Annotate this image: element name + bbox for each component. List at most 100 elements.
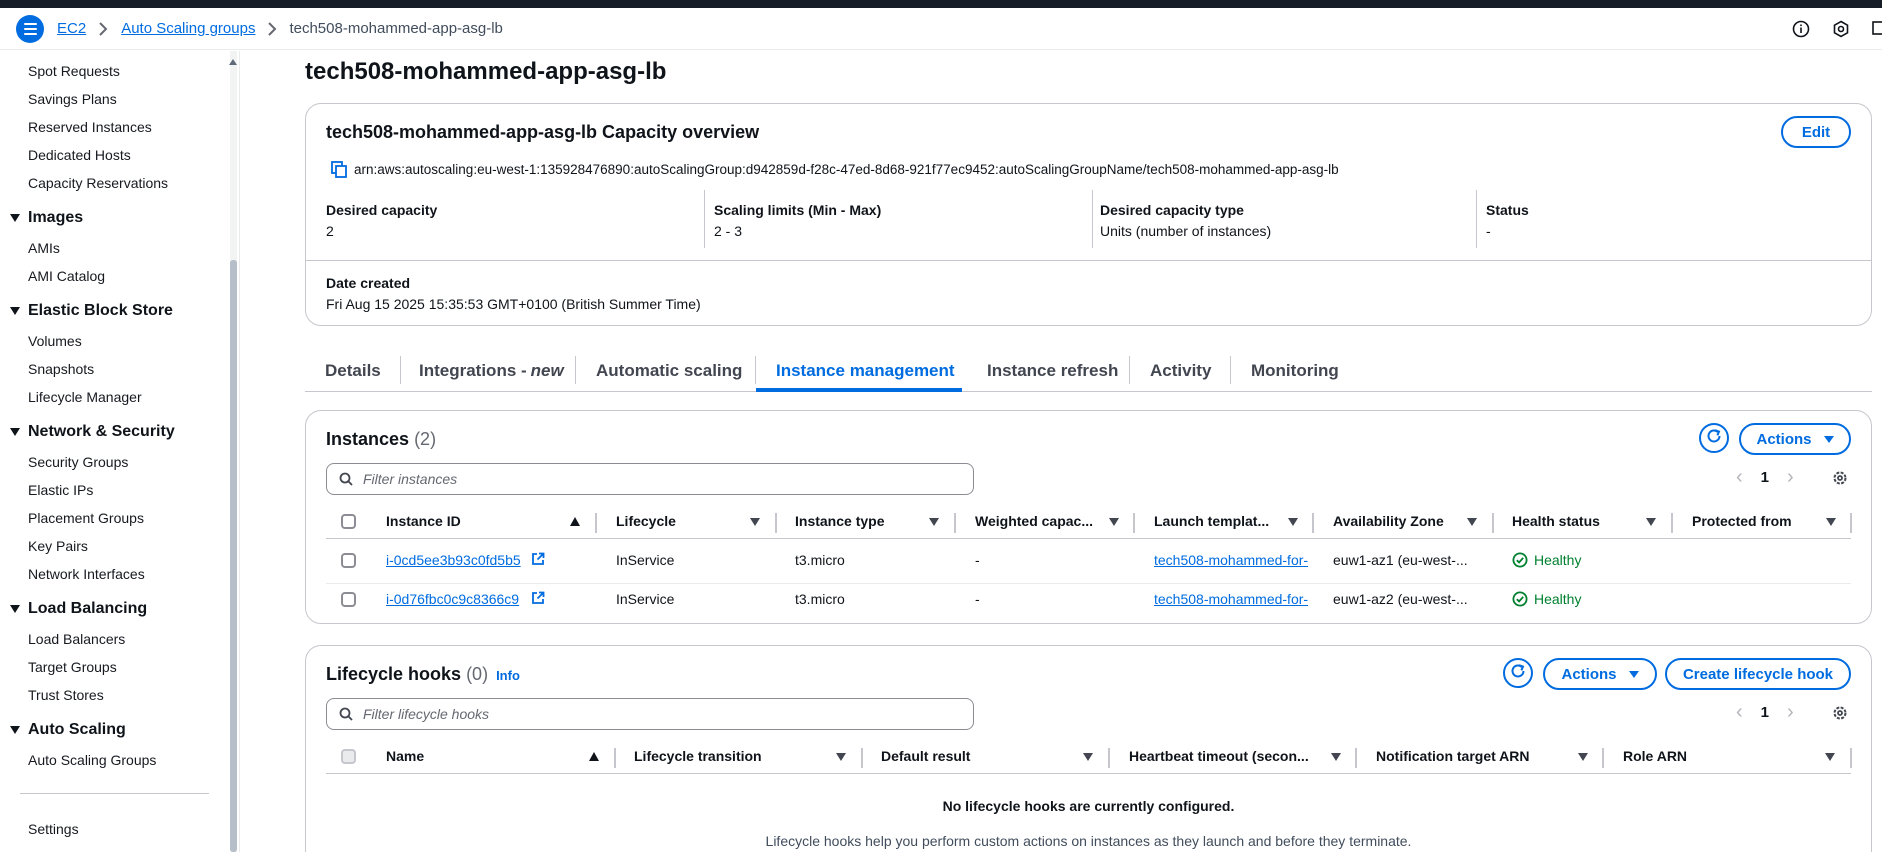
column-resizer[interactable] <box>1355 748 1357 768</box>
sidebar-item-security-groups[interactable]: Security Groups <box>28 454 128 470</box>
col-availability-zone[interactable]: Availability Zone <box>1333 513 1444 529</box>
settings-icon[interactable] <box>1832 20 1850 38</box>
sidebar-item-savings-plans[interactable]: Savings Plans <box>28 91 117 107</box>
filter-lifecycle-hooks-input[interactable]: Filter lifecycle hooks <box>326 698 974 730</box>
col-heartbeat-timeout[interactable]: Heartbeat timeout (secon... <box>1129 748 1309 764</box>
tab-instance-refresh[interactable]: Instance refresh <box>987 350 1118 392</box>
gear-icon[interactable] <box>1831 704 1849 726</box>
col-notification-target-arn[interactable]: Notification target ARN <box>1376 748 1529 764</box>
copy-icon[interactable] <box>331 161 347 182</box>
sort-icon[interactable] <box>1288 518 1298 526</box>
tab-integrations[interactable]: Integrations - new <box>419 350 564 392</box>
sidebar-item-network-interfaces[interactable]: Network Interfaces <box>28 566 145 582</box>
tab-automatic-scaling[interactable]: Automatic scaling <box>596 350 742 392</box>
sidebar-item-volumes[interactable]: Volumes <box>28 333 82 349</box>
col-protected-from[interactable]: Protected from <box>1692 513 1792 529</box>
refresh-hooks-button[interactable] <box>1503 658 1533 688</box>
column-resizer[interactable] <box>614 748 616 768</box>
sort-icon[interactable] <box>1578 753 1588 761</box>
sidebar-item-trust-stores[interactable]: Trust Stores <box>28 687 104 703</box>
sidebar-item-spot-requests[interactable]: Spot Requests <box>28 63 120 79</box>
info-icon[interactable] <box>1792 20 1810 38</box>
external-link-icon[interactable] <box>531 591 545 609</box>
sidebar-item-key-pairs[interactable]: Key Pairs <box>28 538 88 554</box>
sort-icon[interactable] <box>1646 518 1656 526</box>
col-launch-template[interactable]: Launch templat... <box>1154 513 1269 529</box>
external-link-icon[interactable] <box>531 552 545 570</box>
sidebar-item-lifecycle-manager[interactable]: Lifecycle Manager <box>28 389 142 405</box>
column-resizer[interactable] <box>595 513 597 533</box>
instances-actions-button[interactable]: Actions <box>1739 423 1851 455</box>
sidebar-item-ami-catalog[interactable]: AMI Catalog <box>28 268 105 284</box>
col-lifecycle[interactable]: Lifecycle <box>616 513 676 529</box>
instance-id-link[interactable]: i-0cd5ee3b93c0fd5b5 <box>386 552 521 568</box>
column-resizer[interactable] <box>1108 748 1110 768</box>
page-number[interactable]: 1 <box>1761 469 1769 486</box>
tab-instance-management[interactable]: Instance management <box>776 350 955 392</box>
sort-icon[interactable] <box>1109 518 1119 526</box>
sort-ascending-icon[interactable] <box>589 752 599 761</box>
sidebar-section-network-security[interactable]: Network & Security <box>10 423 175 441</box>
sort-ascending-icon[interactable] <box>570 517 580 526</box>
scroll-up-icon[interactable] <box>229 59 237 65</box>
column-resizer[interactable] <box>1492 513 1494 533</box>
column-resizer[interactable] <box>775 513 777 533</box>
chevron-right-icon[interactable]: › <box>1787 701 1794 724</box>
col-name[interactable]: Name <box>386 748 424 764</box>
menu-icon[interactable] <box>16 14 44 43</box>
sort-icon[interactable] <box>1825 753 1835 761</box>
tab-details[interactable]: Details <box>325 350 381 392</box>
create-lifecycle-hook-button[interactable]: Create lifecycle hook <box>1665 658 1851 690</box>
sidebar-item-auto-scaling-groups[interactable]: Auto Scaling Groups <box>28 752 156 768</box>
scrollbar-thumb[interactable] <box>230 260 237 852</box>
chevron-right-icon[interactable]: › <box>1787 466 1794 489</box>
sidebar-item-load-balancers[interactable]: Load Balancers <box>28 631 125 647</box>
col-role-arn[interactable]: Role ARN <box>1623 748 1687 764</box>
chevron-left-icon[interactable]: ‹ <box>1736 701 1743 724</box>
col-instance-id[interactable]: Instance ID <box>386 513 461 529</box>
column-resizer[interactable] <box>1133 513 1135 533</box>
sidebar-item-reserved-instances[interactable]: Reserved Instances <box>28 119 152 135</box>
column-resizer[interactable] <box>861 748 863 768</box>
sidebar-section-elastic-block-store[interactable]: Elastic Block Store <box>10 302 173 320</box>
sort-icon[interactable] <box>836 753 846 761</box>
sort-icon[interactable] <box>750 518 760 526</box>
column-resizer[interactable] <box>1602 748 1604 768</box>
instance-id-link[interactable]: i-0d76fbc0c9c8366c9 <box>386 591 519 607</box>
sort-icon[interactable] <box>1826 518 1836 526</box>
sort-icon[interactable] <box>929 518 939 526</box>
column-resizer[interactable] <box>1671 513 1673 533</box>
sidebar-item-placement-groups[interactable]: Placement Groups <box>28 510 144 526</box>
sort-icon[interactable] <box>1083 753 1093 761</box>
column-resizer[interactable] <box>1850 748 1852 768</box>
notifications-icon[interactable] <box>1872 20 1882 38</box>
col-default-result[interactable]: Default result <box>881 748 970 764</box>
sidebar-item-target-groups[interactable]: Target Groups <box>28 659 117 675</box>
sidebar-item-snapshots[interactable]: Snapshots <box>28 361 94 377</box>
column-resizer[interactable] <box>954 513 956 533</box>
col-weighted-capacity[interactable]: Weighted capac... <box>975 513 1093 529</box>
column-resizer[interactable] <box>1312 513 1314 533</box>
info-link[interactable]: Info <box>496 668 520 683</box>
col-health-status[interactable]: Health status <box>1512 513 1600 529</box>
sidebar-item-settings[interactable]: Settings <box>28 821 79 837</box>
breadcrumb-ec2[interactable]: EC2 <box>57 20 86 37</box>
sidebar-item-dedicated-hosts[interactable]: Dedicated Hosts <box>28 147 131 163</box>
column-resizer[interactable] <box>1850 513 1852 533</box>
hooks-actions-button[interactable]: Actions <box>1543 658 1657 690</box>
sort-icon[interactable] <box>1331 753 1341 761</box>
col-lifecycle-transition[interactable]: Lifecycle transition <box>634 748 762 764</box>
breadcrumb-auto-scaling-groups[interactable]: Auto Scaling groups <box>121 20 255 37</box>
col-instance-type[interactable]: Instance type <box>795 513 884 529</box>
select-all-checkbox[interactable] <box>341 514 356 529</box>
page-number[interactable]: 1 <box>1761 704 1769 721</box>
sidebar-section-images[interactable]: Images <box>10 209 83 227</box>
chevron-left-icon[interactable]: ‹ <box>1736 466 1743 489</box>
tab-monitoring[interactable]: Monitoring <box>1251 350 1339 392</box>
sidebar-section-auto-scaling[interactable]: Auto Scaling <box>10 721 126 739</box>
row-checkbox[interactable] <box>341 592 356 607</box>
tab-activity[interactable]: Activity <box>1150 350 1211 392</box>
sort-icon[interactable] <box>1467 518 1477 526</box>
sidebar-item-capacity-reservations[interactable]: Capacity Reservations <box>28 175 168 191</box>
gear-icon[interactable] <box>1831 469 1849 491</box>
